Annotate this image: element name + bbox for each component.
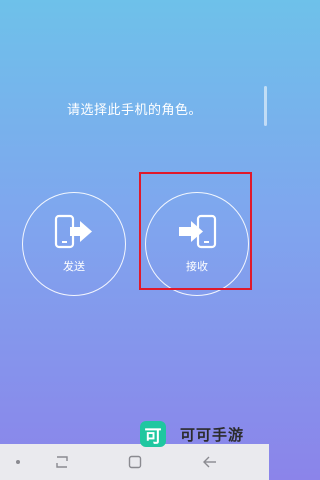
- nav-dot-button[interactable]: [0, 444, 36, 480]
- back-button[interactable]: [192, 444, 228, 480]
- navigation-bar: [0, 444, 269, 480]
- phone-send-icon: [54, 214, 92, 249]
- back-icon: [203, 456, 216, 468]
- send-role-button[interactable]: 发送: [22, 192, 126, 296]
- home-button[interactable]: [117, 444, 153, 480]
- recents-button[interactable]: [44, 444, 80, 480]
- watermark: 可 可可手游: [140, 421, 244, 447]
- home-icon: [128, 455, 142, 469]
- highlight-box: [139, 172, 252, 290]
- role-prompt: 请选择此手机的角色。: [66, 103, 202, 118]
- watermark-logo: 可: [140, 421, 166, 447]
- watermark-text: 可可手游: [180, 425, 245, 444]
- dot-icon: [16, 460, 20, 464]
- recents-icon: [56, 456, 68, 468]
- send-label: 发送: [63, 260, 85, 273]
